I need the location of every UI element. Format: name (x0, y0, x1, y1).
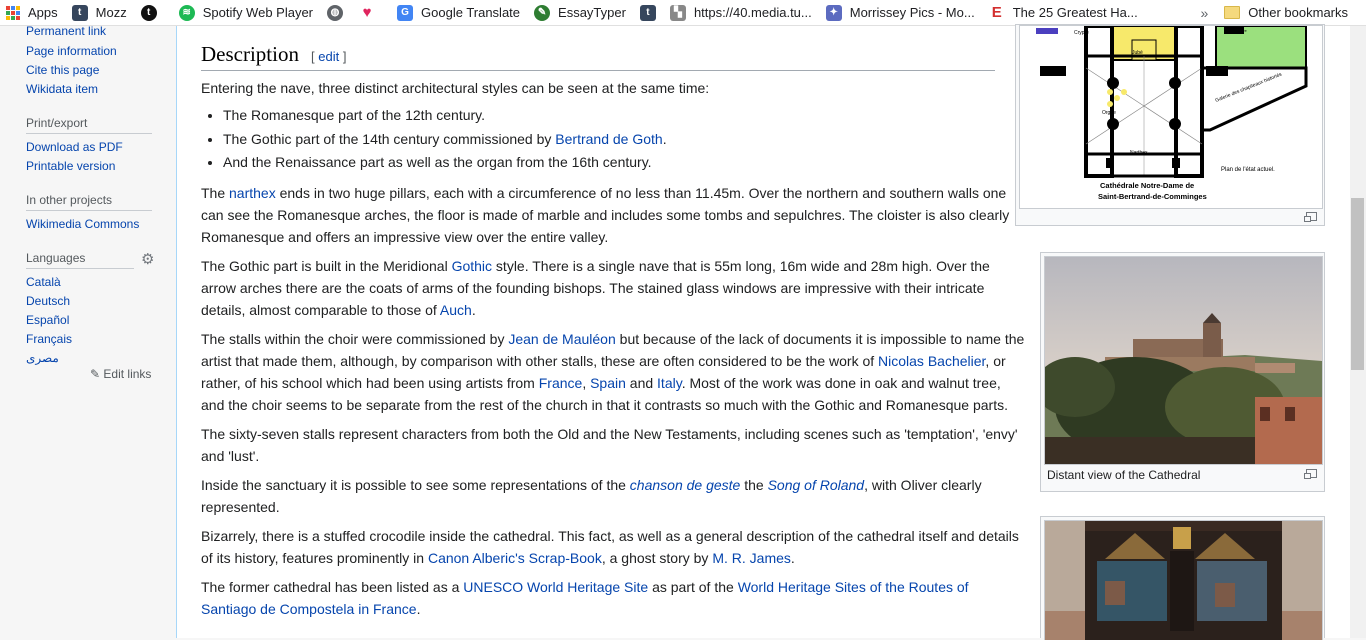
sidebar-download-pdf[interactable]: Download as PDF (26, 140, 123, 154)
bookmark-tumblr-2[interactable]: t (634, 0, 664, 26)
apps-grid-icon (6, 5, 20, 20)
bookmarks-bar: Apps t Mozz t ≋ Spotify Web Player ◍ ♥ G… (0, 0, 1366, 26)
plan-title-line1: Cathédrale Notre-Dame de (1100, 181, 1194, 190)
link-italy[interactable]: Italy (657, 375, 682, 391)
pencil-icon: ✎ (90, 367, 101, 381)
bookmark-heart[interactable]: ♥ (353, 0, 391, 26)
choir-thumbnail (1040, 516, 1325, 640)
list-item: The Gothic part of the 14th century comm… (223, 128, 667, 152)
list-item: And the Renaissance part as well as the … (223, 151, 667, 175)
plan-note: Plan de l'état actuel. (1221, 167, 1275, 173)
link-canon-alberic[interactable]: Canon Alberic's Scrap-Book (428, 550, 602, 566)
styles-list: The Romanesque part of the 12th century.… (201, 104, 667, 175)
choir-photo (1045, 521, 1322, 640)
sidebar: Permanent link Page information Cite thi… (0, 24, 176, 638)
language-espanol[interactable]: Español (26, 313, 69, 327)
bookmark-essaytyper[interactable]: ✎ EssayTyper (528, 0, 634, 26)
bookmark-tumblr[interactable]: t (135, 0, 173, 26)
section-heading: Description [ edit ] (201, 42, 995, 71)
sidebar-page-information[interactable]: Page information (26, 44, 117, 58)
enlarge-icon[interactable] (1304, 469, 1317, 479)
link-bertrand-de-goth[interactable]: Bertrand de Goth (555, 131, 662, 147)
plan-label-cloitre: Cloître (1235, 28, 1248, 33)
e-icon: E (988, 4, 1005, 21)
article-content: Description [ edit ] Entering the nave, t… (176, 24, 1350, 640)
heart-icon: ♥ (362, 4, 372, 21)
edit-section: [ edit ] (310, 49, 347, 64)
languages-heading: Languages (26, 251, 134, 269)
link-france[interactable]: France (539, 375, 583, 391)
tumblr-icon: t (639, 4, 656, 21)
distant-view-thumbnail: Distant view of the Cathedral (1040, 252, 1325, 492)
sidebar-printable-version[interactable]: Printable version (26, 159, 115, 173)
gear-icon[interactable]: ⚙ (141, 250, 154, 268)
narthex-paragraph: The narthex ends in two huge pillars, ea… (201, 185, 1010, 245)
language-francais[interactable]: Français (26, 332, 72, 346)
print-export-heading: Print/export (26, 116, 152, 134)
link-spain[interactable]: Spain (590, 375, 626, 391)
distant-view-photo (1045, 257, 1322, 464)
plan-label-jube: Jubé (1132, 50, 1143, 56)
floor-plan-drawing: Crypte Jubé Orgue Narthex Galerie des ch… (1020, 26, 1322, 208)
other-bookmarks[interactable]: Other bookmarks (1218, 0, 1366, 26)
floor-plan-thumbnail: Crypte Jubé Orgue Narthex Galerie des ch… (1015, 24, 1325, 226)
stalls-paragraph: The stalls within the choir were commiss… (201, 331, 1025, 413)
language-egyptian-arabic[interactable]: مصرى (26, 351, 59, 365)
link-narthex[interactable]: narthex (229, 185, 276, 201)
gothic-paragraph: The Gothic part is built in the Meridion… (201, 258, 990, 318)
scrollbar-thumb[interactable] (1351, 198, 1364, 370)
plan-label-orgue: Orgue (1102, 110, 1116, 116)
bookmark-morrissey[interactable]: ✦ Morrissey Pics - Mo... (820, 0, 983, 26)
choir-image[interactable] (1044, 520, 1323, 640)
bookmark-apps[interactable]: Apps (0, 0, 66, 26)
bookmark-mozz[interactable]: t Mozz (66, 0, 135, 26)
intro-paragraph: Entering the nave, three distinct archit… (201, 80, 710, 96)
bookmark-google-translate[interactable]: G Google Translate (391, 0, 528, 26)
distant-view-image[interactable] (1044, 256, 1323, 465)
more-bookmarks-button[interactable]: » (1191, 5, 1219, 21)
sanctuary-paragraph: Inside the sanctuary it is possible to s… (201, 477, 982, 515)
enlarge-icon[interactable] (1304, 212, 1317, 222)
link-mr-james[interactable]: M. R. James (712, 550, 791, 566)
link-nicolas-bachelier[interactable]: Nicolas Bachelier (878, 353, 985, 369)
edit-links[interactable]: ✎ Edit links (90, 367, 151, 381)
folder-icon (1224, 6, 1241, 19)
testaments-paragraph: The sixty-seven stalls represent charact… (201, 426, 1018, 464)
thumb-caption: Distant view of the Cathedral (1047, 468, 1201, 482)
tumblr-icon: t (71, 4, 88, 21)
link-jean-de-mauleon[interactable]: Jean de Mauléon (508, 331, 615, 347)
language-deutsch[interactable]: Deutsch (26, 294, 70, 308)
plan-title-line2: Saint-Bertrand-de-Comminges (1098, 192, 1207, 201)
unesco-paragraph: The former cathedral has been listed as … (201, 579, 969, 617)
bookmark-spotify[interactable]: ≋ Spotify Web Player (173, 0, 321, 26)
link-song-of-roland[interactable]: Song of Roland (768, 477, 865, 493)
pencil-icon: ✎ (534, 4, 551, 21)
sidebar-wikidata-item[interactable]: Wikidata item (26, 82, 98, 96)
sidebar-permanent-link[interactable]: Permanent link (26, 24, 106, 38)
link-chanson-de-geste[interactable]: chanson de geste (630, 477, 741, 493)
puzzle-icon: ✦ (825, 4, 842, 21)
other-projects-heading: In other projects (26, 193, 152, 211)
link-auch[interactable]: Auch (440, 302, 472, 318)
edit-section-link[interactable]: edit (318, 49, 339, 64)
bookmark-greatest[interactable]: E The 25 Greatest Ha... (983, 0, 1146, 26)
link-unesco[interactable]: UNESCO World Heritage Site (463, 579, 648, 595)
google-translate-icon: G (397, 4, 414, 21)
sidebar-wikimedia-commons[interactable]: Wikimedia Commons (26, 217, 139, 231)
link-gothic[interactable]: Gothic (452, 258, 492, 274)
section-title: Description (201, 42, 299, 66)
spotify-icon: ≋ (178, 4, 195, 21)
plan-label-crypte: Crypte (1074, 30, 1089, 36)
bookmark-media-tumblr[interactable]: ▚ https://40.media.tu... (664, 0, 820, 26)
globe-icon: ◍ (327, 4, 344, 21)
bookmark-globe[interactable]: ◍ (321, 0, 353, 26)
crocodile-paragraph: Bizarrely, there is a stuffed crocodile … (201, 528, 1019, 566)
list-item: The Romanesque part of the 12th century. (223, 104, 667, 128)
floor-plan-image[interactable]: Crypte Jubé Orgue Narthex Galerie des ch… (1019, 25, 1323, 209)
plan-label-narthex: Narthex (1130, 150, 1148, 156)
language-catala[interactable]: Català (26, 275, 61, 289)
sidebar-cite-this-page[interactable]: Cite this page (26, 63, 99, 77)
image-icon: ▚ (669, 4, 686, 21)
tumblr-icon: t (140, 4, 157, 21)
